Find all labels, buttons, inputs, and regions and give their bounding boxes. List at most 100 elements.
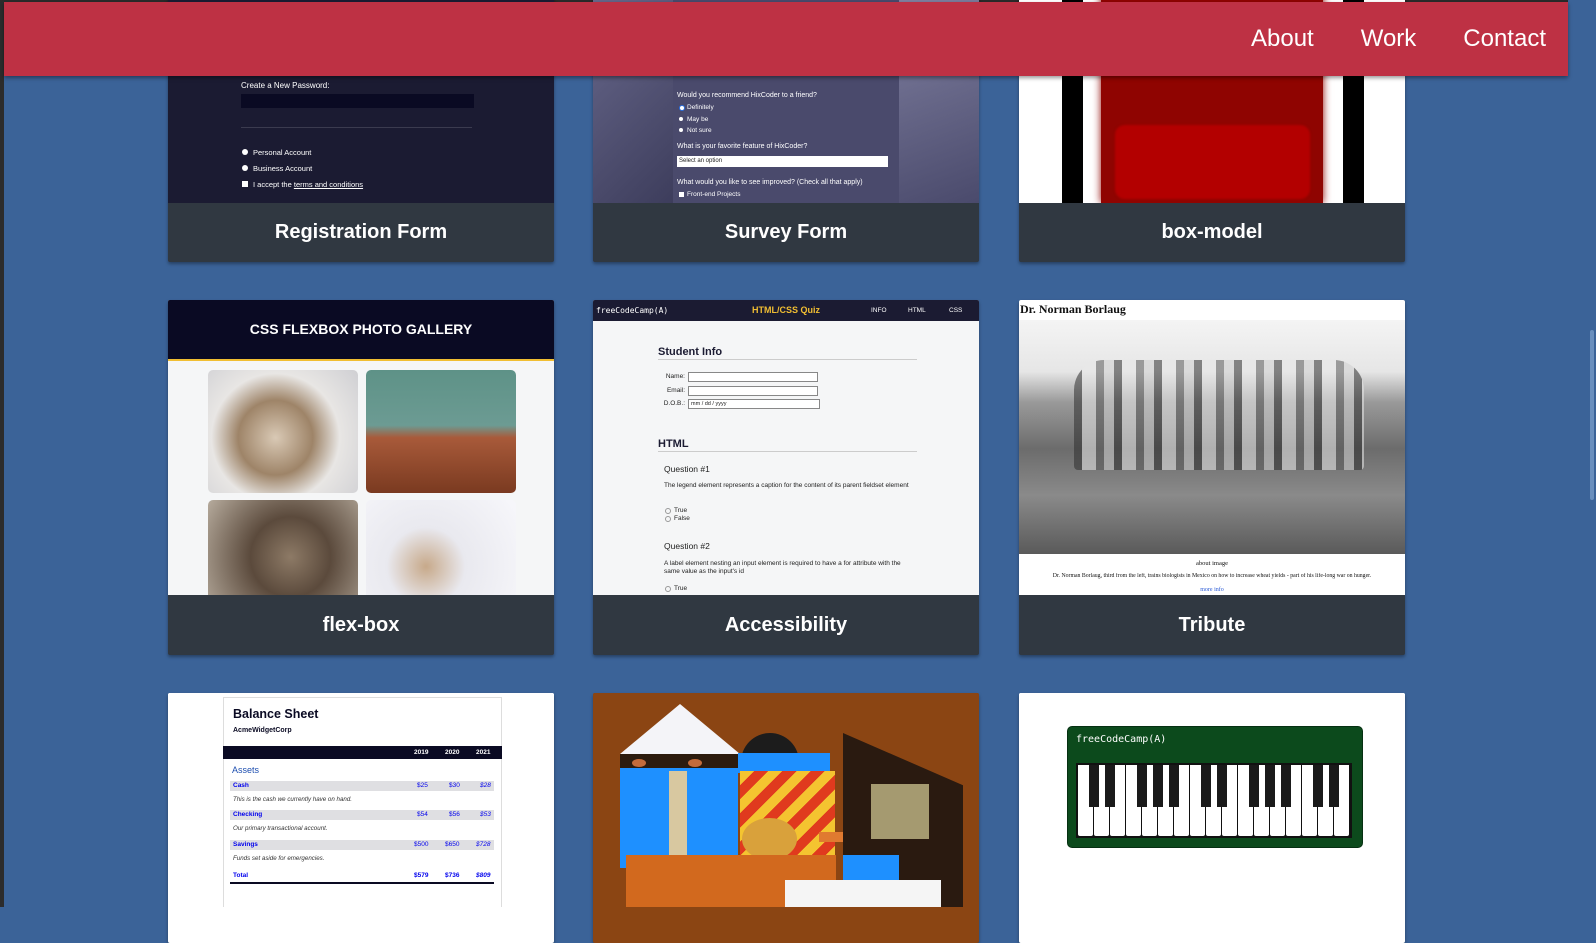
row-total-2020: $736 xyxy=(445,872,460,879)
project-title: Accessibility xyxy=(724,614,848,636)
radio-maybe-label: May be xyxy=(687,116,709,123)
question-2-title: Question #2 xyxy=(664,541,710,551)
project-thumbnail: freeCodeCamp(A) HTML/CSS Quiz INFO HTML … xyxy=(593,300,979,595)
radio-personal-label: Personal Account xyxy=(253,148,312,157)
project-title: Registration Form xyxy=(274,221,448,243)
painting-white-block xyxy=(785,880,941,907)
project-thumbnail xyxy=(593,693,979,907)
painting-eye-2 xyxy=(688,759,702,767)
row-checking-label: Checking xyxy=(233,811,263,818)
checkbox-frontend-label: Front-end Projects xyxy=(687,191,741,198)
project-card-tribute[interactable]: Dr. Norman Borlaug about image Dr. Norma… xyxy=(1019,300,1405,655)
project-card-picasso-painting[interactable] xyxy=(593,693,979,943)
row-cash-note: This is the cash we currently have on ha… xyxy=(233,796,353,803)
piano-black-key xyxy=(1265,765,1275,807)
radio-notsure xyxy=(679,128,683,132)
row-savings-label: Savings xyxy=(233,841,258,848)
piano-black-key xyxy=(1281,765,1291,807)
row-checking-2020: $56 xyxy=(449,811,460,818)
year-2021: 2021 xyxy=(476,749,491,756)
piano-black-key xyxy=(1089,765,1099,807)
piano-black-key xyxy=(1329,765,1339,807)
radio-notsure-label: Not sure xyxy=(687,127,712,134)
more-info-link: more info xyxy=(1200,587,1224,593)
nav-contact-link[interactable]: Contact xyxy=(1463,25,1546,52)
nav-about-link[interactable]: About xyxy=(1251,25,1314,52)
email-input xyxy=(688,386,818,396)
project-card-piano[interactable]: freeCodeCamp(A) xyxy=(1019,693,1405,943)
row-checking-2019: $54 xyxy=(417,811,428,818)
row-savings-note: Funds set aside for emergencies. xyxy=(233,855,325,862)
row-total-2021: $809 xyxy=(476,872,491,879)
name-input xyxy=(688,372,818,382)
quiz-nav-html: HTML xyxy=(908,307,926,314)
row-cash-2021: $28 xyxy=(480,782,491,789)
page-scrollbar[interactable] xyxy=(1568,0,1596,907)
question-1-text: The legend element represents a caption … xyxy=(664,482,909,489)
sheet-company: AcmeWidgetCorp xyxy=(233,727,292,734)
survey-select: Select an option xyxy=(677,156,888,167)
painting-eye-1 xyxy=(632,759,646,767)
row-savings-2021: $728 xyxy=(476,841,491,848)
project-thumbnail: Balance Sheet AcmeWidgetCorp 2019 2020 2… xyxy=(168,693,554,907)
sheet-title: Balance Sheet xyxy=(233,707,319,721)
radio-business-label: Business Account xyxy=(253,164,313,173)
painting-white-roof xyxy=(620,704,740,754)
q2-true-radio xyxy=(665,586,671,592)
project-title: Tribute xyxy=(1178,614,1246,636)
project-thumbnail: Dr. Norman Borlaug about image Dr. Norma… xyxy=(1019,300,1405,595)
terms-label: I accept the terms and conditions xyxy=(253,180,364,189)
survey-q1: Would you recommend HixCoder to a friend… xyxy=(677,92,817,99)
section-rule xyxy=(658,451,917,452)
painting-blue-band xyxy=(738,753,830,773)
nav-list: About Work Contact xyxy=(1204,2,1546,76)
nav-work-link[interactable]: Work xyxy=(1361,25,1417,52)
window-left-edge xyxy=(0,0,4,907)
radio-definitely xyxy=(679,105,685,111)
painting-blue-block xyxy=(843,855,899,880)
checkbox-frontend xyxy=(679,192,684,197)
piano-black-key xyxy=(1249,765,1259,807)
navbar: About Work Contact xyxy=(4,2,1568,76)
row-cash-2019: $25 xyxy=(417,782,428,789)
piano-brand: freeCodeCamp(A) xyxy=(1076,734,1167,745)
image-caption: Dr. Norman Borlaug, third from the left,… xyxy=(1052,573,1372,579)
q1-false-label: False xyxy=(674,515,690,522)
row-checking-note: Our primary transactional account. xyxy=(233,825,328,832)
painting-guitar xyxy=(742,818,797,860)
q2-true-label: True xyxy=(674,585,688,592)
terms-checkbox xyxy=(242,181,248,187)
box-red-inner xyxy=(1115,125,1310,199)
cat-photo-2 xyxy=(366,370,516,493)
black-keys xyxy=(1078,765,1350,807)
question-1-title: Question #1 xyxy=(664,464,710,474)
piano-black-key xyxy=(1169,765,1179,807)
project-card-flex-box[interactable]: CSS FLEXBOX PHOTO GALLERY flex-box xyxy=(168,300,554,655)
project-card-accessibility[interactable]: freeCodeCamp(A) HTML/CSS Quiz INFO HTML … xyxy=(593,300,979,655)
radio-definitely-label: Definitely xyxy=(687,104,714,111)
tribute-name: Dr. Norman Borlaug xyxy=(1020,302,1126,316)
project-title: box-model xyxy=(1161,221,1263,243)
scrollbar-thumb[interactable] xyxy=(1590,330,1594,500)
quiz-nav-css: CSS xyxy=(949,307,963,314)
radio-business xyxy=(242,165,248,171)
q1-false-radio xyxy=(665,516,671,522)
project-thumbnail: CSS FLEXBOX PHOTO GALLERY xyxy=(168,300,554,595)
piano-black-key xyxy=(1313,765,1323,807)
gallery-title: CSS FLEXBOX PHOTO GALLERY xyxy=(249,321,473,337)
section-assets: Assets xyxy=(232,765,260,775)
piano-black-key xyxy=(1105,765,1115,807)
form-divider xyxy=(241,127,472,128)
piano-black-key xyxy=(1137,765,1147,807)
project-title: Survey Form xyxy=(724,221,848,243)
quiz-section-info: Student Info xyxy=(658,346,723,358)
cat-photo-1 xyxy=(208,370,358,493)
project-card-balance-sheet[interactable]: Balance Sheet AcmeWidgetCorp 2019 2020 2… xyxy=(168,693,554,943)
survey-q2: What is your favorite feature of HixCode… xyxy=(677,143,808,150)
question-2-text: A label element nesting an input element… xyxy=(664,560,901,575)
password-field xyxy=(241,94,474,108)
quiz-section-html: HTML xyxy=(658,438,689,450)
project-thumbnail: freeCodeCamp(A) xyxy=(1019,693,1405,907)
q1-true-label: True xyxy=(674,507,688,514)
piano-black-key xyxy=(1217,765,1227,807)
